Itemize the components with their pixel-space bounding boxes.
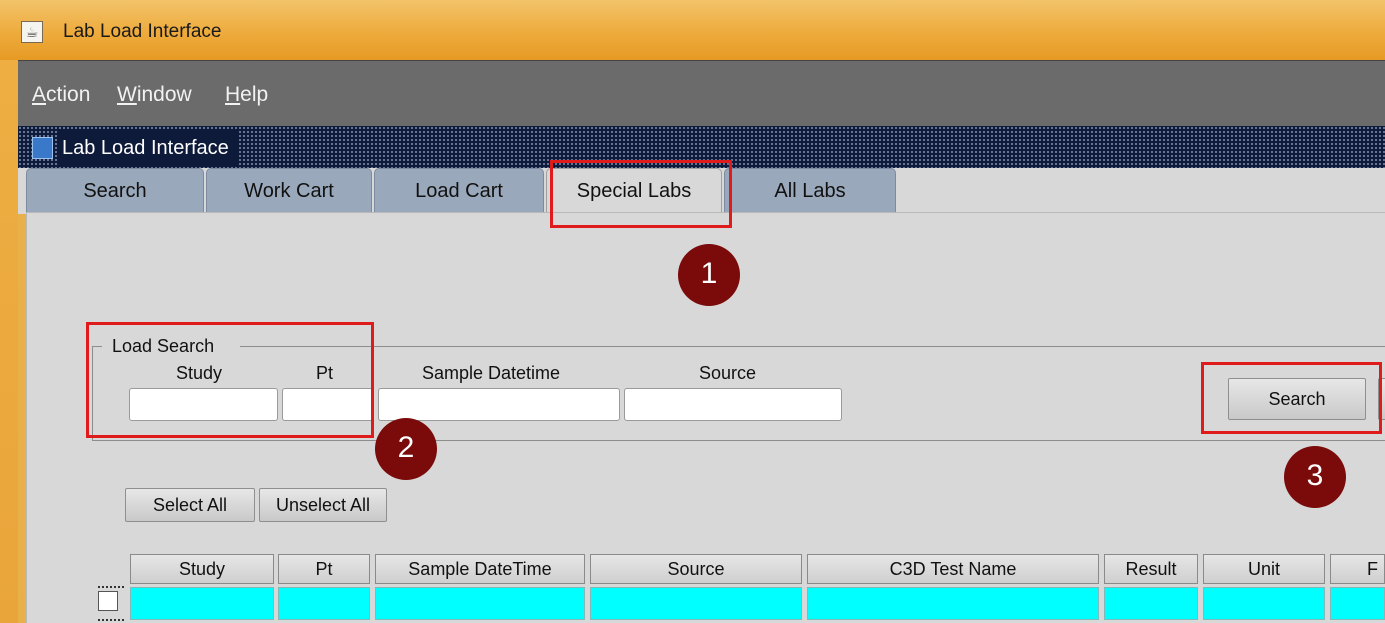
window-title: Lab Load Interface — [63, 21, 222, 42]
annotation-badge-2: 2 — [375, 418, 437, 480]
frame-icon — [32, 137, 53, 159]
annotation-box-1 — [550, 160, 732, 228]
group-border-top-right — [240, 346, 1385, 347]
table-cell-result[interactable] — [1104, 587, 1198, 620]
annotation-badge-3: 3 — [1284, 446, 1346, 508]
menu-bar: Action Window Help — [18, 60, 1385, 126]
row-separator-top — [98, 586, 124, 588]
col-header-unit[interactable]: Unit — [1203, 554, 1325, 584]
unselect-all-button[interactable]: Unselect All — [259, 488, 387, 522]
window-title-bar[interactable]: ☕ Lab Load Interface — [0, 0, 1385, 60]
annotation-box-3 — [1201, 362, 1382, 434]
sample-datetime-field[interactable] — [378, 388, 620, 421]
col-header-c3d-test-name[interactable]: C3D Test Name — [807, 554, 1099, 584]
col-header-partial[interactable]: F — [1330, 554, 1385, 584]
table-cell-unit[interactable] — [1203, 587, 1325, 620]
table-cell-source[interactable] — [590, 587, 802, 620]
annotation-box-2 — [86, 322, 374, 438]
annotation-badge-1: 1 — [678, 244, 740, 306]
source-field[interactable] — [624, 388, 842, 421]
table-cell-sample-datetime[interactable] — [375, 587, 585, 620]
tab-work-cart[interactable]: Work Cart — [206, 168, 372, 212]
menu-help[interactable]: Help — [225, 83, 268, 107]
table-cell-pt[interactable] — [278, 587, 370, 620]
menu-window[interactable]: Window — [117, 83, 192, 107]
tab-all-labs[interactable]: All Labs — [724, 168, 896, 212]
sample-datetime-label: Sample Datetime — [422, 363, 561, 383]
internal-frame-title: Lab Load Interface — [58, 130, 239, 166]
select-all-button[interactable]: Select All — [125, 488, 255, 522]
row-separator-bottom — [98, 619, 124, 621]
table-cell-study[interactable] — [130, 587, 274, 620]
java-cup-icon: ☕ — [21, 21, 43, 43]
col-header-result[interactable]: Result — [1104, 554, 1198, 584]
group-border-bottom — [92, 440, 1385, 441]
tab-search[interactable]: Search — [26, 168, 204, 212]
tab-load-cart[interactable]: Load Cart — [374, 168, 544, 212]
col-header-pt[interactable]: Pt — [278, 554, 370, 584]
source-label: Source — [699, 363, 757, 383]
window-left-border — [0, 60, 18, 623]
col-header-study[interactable]: Study — [130, 554, 274, 584]
menu-action[interactable]: Action — [32, 83, 90, 107]
table-cell-c3d-test-name[interactable] — [807, 587, 1099, 620]
col-header-sample-datetime[interactable]: Sample DateTime — [375, 554, 585, 584]
table-cell-partial[interactable] — [1330, 587, 1385, 620]
row-select-checkbox[interactable] — [98, 591, 118, 611]
col-header-source[interactable]: Source — [590, 554, 802, 584]
